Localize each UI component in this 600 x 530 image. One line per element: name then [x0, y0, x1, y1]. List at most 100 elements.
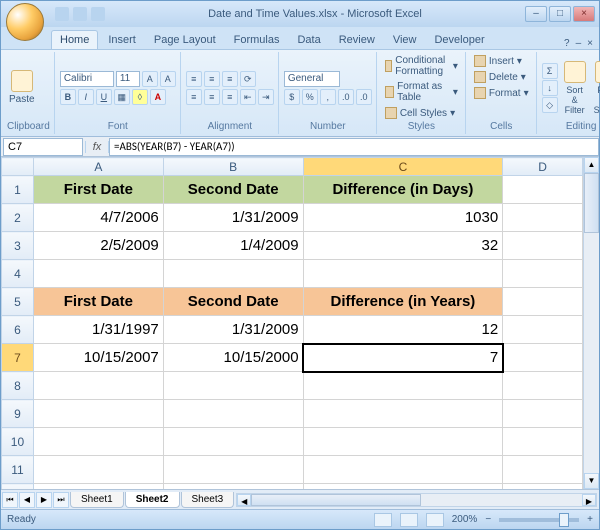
row-header[interactable]: 10: [2, 428, 34, 456]
row-header[interactable]: 12: [2, 484, 34, 490]
conditional-formatting-button[interactable]: Conditional Formatting▾: [382, 54, 461, 78]
active-cell[interactable]: 7: [303, 344, 503, 372]
cell[interactable]: [163, 372, 303, 400]
align-top-button[interactable]: ≡: [186, 71, 202, 87]
row-header[interactable]: 5: [2, 288, 34, 316]
help-icon[interactable]: ?: [564, 38, 570, 49]
cell[interactable]: [33, 400, 163, 428]
fx-button[interactable]: fx: [85, 141, 109, 153]
find-select-button[interactable]: Find & Select: [592, 59, 600, 117]
row-header[interactable]: 9: [2, 400, 34, 428]
cell[interactable]: 4/7/2006: [33, 204, 163, 232]
minimize-button[interactable]: –: [525, 6, 547, 22]
font-color-button[interactable]: A: [150, 89, 166, 105]
cell[interactable]: [503, 372, 583, 400]
cell[interactable]: [303, 428, 503, 456]
delete-cells-button[interactable]: Delete▾: [471, 70, 529, 84]
cell[interactable]: Second Date: [163, 176, 303, 204]
cell[interactable]: [163, 456, 303, 484]
ribbon-minimize-icon[interactable]: –: [576, 38, 582, 49]
cell[interactable]: 1/31/1997: [33, 316, 163, 344]
bold-button[interactable]: B: [60, 89, 76, 105]
cell[interactable]: [503, 344, 583, 372]
clear-button[interactable]: ◇: [542, 97, 558, 113]
cell[interactable]: [163, 260, 303, 288]
row-header[interactable]: 7: [2, 344, 34, 372]
row-header[interactable]: 6: [2, 316, 34, 344]
tab-nav-last[interactable]: ⏭: [53, 492, 69, 508]
cell[interactable]: Difference (in Days): [303, 176, 503, 204]
cell[interactable]: [33, 372, 163, 400]
fill-color-button[interactable]: ◊: [132, 89, 148, 105]
row-header[interactable]: 11: [2, 456, 34, 484]
vertical-scrollbar[interactable]: ▲ ▼: [583, 157, 599, 489]
insert-cells-button[interactable]: Insert▾: [471, 54, 525, 68]
qat-save-icon[interactable]: [55, 7, 69, 21]
cell[interactable]: [503, 204, 583, 232]
close-button[interactable]: ×: [573, 6, 595, 22]
underline-button[interactable]: U: [96, 89, 112, 105]
currency-button[interactable]: $: [284, 89, 300, 105]
row-header[interactable]: 8: [2, 372, 34, 400]
tab-insert[interactable]: Insert: [100, 31, 144, 49]
qat-undo-icon[interactable]: [73, 7, 87, 21]
scroll-down-button[interactable]: ▼: [584, 473, 599, 489]
cell[interactable]: [33, 456, 163, 484]
align-middle-button[interactable]: ≡: [204, 71, 220, 87]
view-layout-button[interactable]: [400, 513, 418, 527]
cell[interactable]: [503, 260, 583, 288]
qat-redo-icon[interactable]: [91, 7, 105, 21]
cell[interactable]: [33, 428, 163, 456]
cell[interactable]: [303, 260, 503, 288]
row-header[interactable]: 3: [2, 232, 34, 260]
cell[interactable]: First Date: [33, 176, 163, 204]
cell[interactable]: [503, 484, 583, 490]
scroll-left-button[interactable]: ◀: [237, 494, 251, 506]
cell[interactable]: [303, 456, 503, 484]
tab-review[interactable]: Review: [331, 31, 383, 49]
tab-nav-prev[interactable]: ◀: [19, 492, 35, 508]
percent-button[interactable]: %: [302, 89, 318, 105]
cell[interactable]: 12: [303, 316, 503, 344]
cell[interactable]: [503, 400, 583, 428]
scroll-thumb[interactable]: [584, 173, 599, 233]
font-size-combo[interactable]: 11: [116, 71, 140, 87]
cell[interactable]: [33, 484, 163, 490]
select-all-corner[interactable]: [2, 158, 34, 176]
orientation-button[interactable]: ⟳: [240, 71, 256, 87]
grow-font-button[interactable]: A: [142, 71, 158, 87]
cell[interactable]: Difference (in Years): [303, 288, 503, 316]
hscroll-thumb[interactable]: [251, 494, 421, 506]
cell[interactable]: First Date: [33, 288, 163, 316]
tab-view[interactable]: View: [385, 31, 425, 49]
cell[interactable]: [503, 456, 583, 484]
cell[interactable]: 1/31/2009: [163, 204, 303, 232]
cell[interactable]: [163, 400, 303, 428]
col-header-b[interactable]: B: [163, 158, 303, 176]
tab-page-layout[interactable]: Page Layout: [146, 31, 224, 49]
paste-button[interactable]: Paste: [7, 68, 37, 107]
cell[interactable]: [303, 400, 503, 428]
tab-nav-first[interactable]: ⏮: [2, 492, 18, 508]
sheet-tab[interactable]: Sheet3: [181, 492, 235, 508]
view-normal-button[interactable]: [374, 513, 392, 527]
cell[interactable]: 1/31/2009: [163, 316, 303, 344]
font-name-combo[interactable]: Calibri: [60, 71, 114, 87]
cell[interactable]: Second Date: [163, 288, 303, 316]
tab-developer[interactable]: Developer: [426, 31, 492, 49]
col-header-a[interactable]: A: [33, 158, 163, 176]
cell[interactable]: [303, 484, 503, 490]
indent-dec-button[interactable]: ⇤: [240, 89, 256, 105]
cell[interactable]: 1030: [303, 204, 503, 232]
zoom-slider[interactable]: [499, 518, 579, 522]
cell[interactable]: [503, 176, 583, 204]
cell[interactable]: [503, 316, 583, 344]
cell[interactable]: 10/15/2007: [33, 344, 163, 372]
horizontal-scrollbar[interactable]: ◀ ▶: [236, 493, 597, 507]
align-bottom-button[interactable]: ≡: [222, 71, 238, 87]
zoom-level[interactable]: 200%: [452, 514, 478, 525]
cell[interactable]: 10/15/2000: [163, 344, 303, 372]
comma-button[interactable]: ,: [320, 89, 336, 105]
col-header-c[interactable]: C: [303, 158, 503, 176]
formula-input[interactable]: =ABS(YEAR(B7) - YEAR(A7)): [109, 138, 599, 156]
